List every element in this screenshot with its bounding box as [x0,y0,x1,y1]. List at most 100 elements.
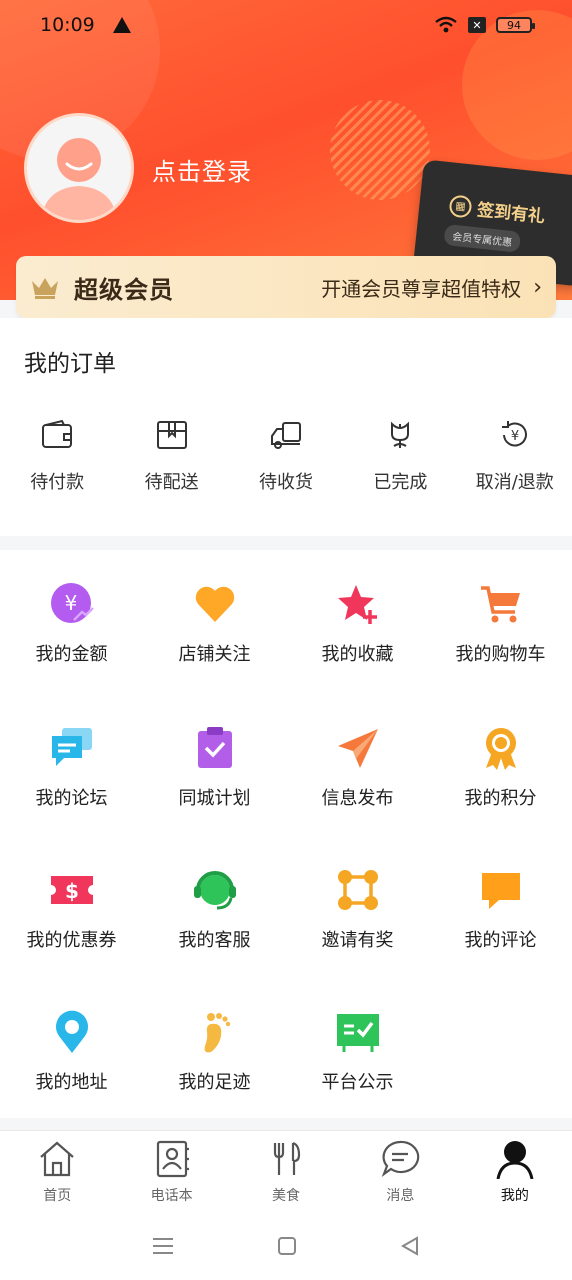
message-icon [382,1140,420,1177]
contacts-icon [156,1140,189,1178]
sign-in-subtitle: 会员专属优惠 [443,224,522,253]
vip-banner[interactable]: 超级会员 开通会员尊享超值特权 › [16,256,556,318]
wallet-icon [42,419,73,448]
crown-icon [32,278,58,299]
grid-item-city-plan[interactable]: 同城计划 [143,726,286,810]
grid-label: 邀请有奖 [321,930,394,951]
flower-icon [391,421,410,448]
grid-item-balance[interactable]: ¥ 我的金额 [0,582,143,666]
battery-icon: 94 [496,17,535,33]
tab-label: 我的 [500,1188,529,1204]
refund-icon: ¥ [501,421,527,447]
star-add-icon [337,585,377,624]
system-nav-bar [0,1212,572,1280]
grid-item-customer-service[interactable]: 我的客服 [143,868,286,952]
grid-item-favorites[interactable]: 我的收藏 [286,582,429,666]
grid-label: 我的金额 [35,644,108,665]
grid-label: 我的优惠券 [26,930,117,951]
order-label: 待收货 [258,472,313,493]
grid-label: 同城计划 [178,788,251,809]
tab-label: 美食 [272,1188,301,1204]
decor-striped-circle [330,100,430,200]
default-avatar-icon [41,138,117,220]
order-label: 取消/退款 [475,472,554,493]
footprint-icon [204,1013,230,1053]
tab-me[interactable]: 我的 [458,1131,572,1212]
vip-title: 超级会员 [74,275,174,304]
order-label: 已完成 [373,472,428,493]
paper-plane-icon [337,729,378,768]
medal-icon [485,728,516,770]
grid-item-public-notice[interactable]: 平台公示 [286,1010,429,1094]
package-icon [156,421,187,449]
chevron-right-icon: › [533,274,542,300]
svg-text:¥: ¥ [511,429,519,444]
orders-title: 我的订单 [24,351,116,377]
warning-icon [112,17,131,33]
tab-label: 消息 [386,1188,415,1204]
menu-icon[interactable] [152,1236,174,1256]
tab-label: 电话本 [150,1188,193,1204]
grid-item-followed-shops[interactable]: 店铺关注 [143,582,286,666]
grid-item-comments[interactable]: 我的评论 [429,868,572,952]
network-icon [337,870,378,910]
vip-description: 开通会员尊享超值特权 [321,276,522,301]
svg-text:$: $ [65,879,79,903]
grid-label: 信息发布 [321,788,394,809]
yen-coin-icon: ¥ [50,583,94,623]
tab-food[interactable]: 美食 [229,1131,343,1212]
order-refund[interactable]: ¥ 取消/退款 [458,418,572,494]
food-icon [273,1141,301,1175]
back-icon[interactable] [400,1236,420,1256]
services-grid: ¥ 我的金额 店铺关注 我的收藏 我的购物车 我的论坛 同城计划 信息发布 我的… [0,550,572,1118]
tab-messages[interactable]: 消息 [343,1131,457,1212]
grid-item-forum[interactable]: 我的论坛 [0,726,143,810]
grid-label: 我的客服 [178,930,251,951]
battery-level: 94 [507,18,521,32]
profile-header: 10:09 ✕ 94 点击登录 ▦ 签到有礼 会员专属优惠 [0,0,572,300]
orders-section: 我的订单 待付款 待配送 待收货 已完成 ¥ 取消/退款 [0,318,572,536]
home-icon [40,1141,74,1177]
order-pending-receipt[interactable]: 待收货 [229,418,343,494]
grid-label: 我的收藏 [321,644,394,665]
clipboard-check-icon [197,727,232,768]
grid-item-footprints[interactable]: 我的足迹 [143,1010,286,1094]
order-label: 待配送 [144,472,199,493]
grid-label: 我的购物车 [455,644,546,665]
avatar[interactable] [24,113,134,223]
grid-item-cart[interactable]: 我的购物车 [429,582,572,666]
grid-label: 店铺关注 [178,644,251,665]
grid-item-points[interactable]: 我的积分 [429,726,572,810]
status-time: 10:09 [40,14,95,36]
order-pending-delivery[interactable]: 待配送 [114,418,228,494]
status-bar: 10:09 ✕ 94 [0,0,572,50]
sign-in-label: 签到有礼 [476,200,546,228]
grid-label: 我的地址 [35,1072,108,1093]
notice-board-icon [336,1014,379,1052]
tab-home[interactable]: 首页 [0,1131,114,1212]
truck-icon [270,422,301,449]
grid-label: 我的论坛 [35,788,108,809]
no-sim-icon: ✕ [468,17,486,33]
heart-icon [195,586,234,622]
grid-item-invite[interactable]: 邀请有奖 [286,868,429,952]
order-completed[interactable]: 已完成 [343,418,457,494]
gift-icon: ▦ [448,193,473,219]
svg-text:¥: ¥ [64,591,77,615]
user-icon [496,1141,534,1179]
home-square-icon[interactable] [277,1236,297,1256]
login-link[interactable]: 点击登录 [152,152,252,187]
grid-label: 我的足迹 [178,1072,251,1093]
headset-icon [193,871,236,910]
grid-item-publish[interactable]: 信息发布 [286,726,429,810]
grid-label: 我的积分 [464,788,537,809]
grid-item-address[interactable]: 我的地址 [0,1010,143,1094]
chat-bubbles-icon [51,728,92,766]
tab-label: 首页 [43,1188,72,1204]
cart-icon [480,586,520,623]
bottom-tab-bar: 首页 电话本 美食 消息 我的 [0,1130,572,1212]
tab-contacts[interactable]: 电话本 [114,1131,228,1212]
location-pin-icon [55,1010,88,1053]
grid-item-coupons[interactable]: $ 我的优惠券 [0,868,143,952]
order-pending-payment[interactable]: 待付款 [0,418,114,494]
